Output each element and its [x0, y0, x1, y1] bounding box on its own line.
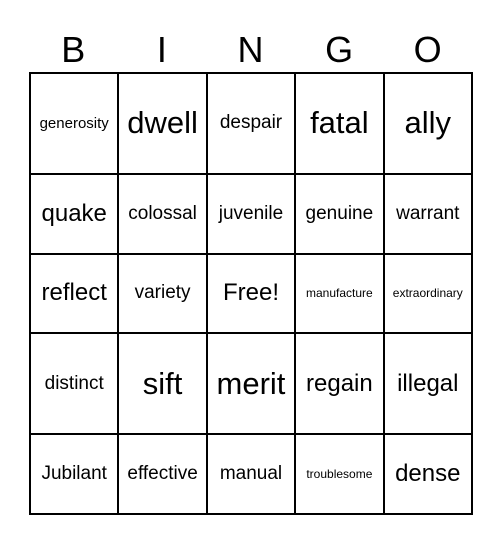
- bingo-cell: merit: [205, 332, 297, 436]
- grid-row: distinct sift merit regain illegal: [28, 332, 474, 436]
- free-space-cell: Free!: [205, 252, 297, 335]
- bingo-cell: troublesome: [294, 433, 385, 515]
- grid-row: generosity dwell despair fatal ally: [28, 72, 474, 175]
- bingo-cell: regain: [294, 332, 385, 436]
- header-letter-g: G: [325, 29, 354, 70]
- bingo-cell: juvenile: [205, 172, 297, 255]
- bingo-cell: dense: [382, 433, 474, 515]
- bingo-cell: sift: [117, 332, 208, 436]
- bingo-header: B I N G O: [29, 30, 472, 70]
- bingo-cell: quake: [28, 172, 120, 255]
- bingo-cell: variety: [117, 252, 208, 335]
- bingo-cell: warrant: [382, 172, 474, 255]
- bingo-cell: manual: [205, 433, 297, 515]
- bingo-cell: illegal: [382, 332, 474, 436]
- bingo-cell: generosity: [28, 72, 120, 175]
- header-letter-n: N: [237, 29, 264, 70]
- bingo-cell: fatal: [294, 72, 385, 175]
- bingo-cell: effective: [117, 433, 208, 515]
- bingo-cell: dwell: [117, 72, 208, 175]
- bingo-cell: ally: [382, 72, 474, 175]
- bingo-cell: reflect: [28, 252, 120, 335]
- header-letter-i: I: [156, 29, 167, 70]
- header-letter-b: B: [61, 29, 86, 70]
- grid-row: Jubilant effective manual troublesome de…: [28, 433, 474, 515]
- header-letter-o: O: [413, 29, 442, 70]
- bingo-cell: Jubilant: [28, 433, 120, 515]
- bingo-cell: extraordinary: [382, 252, 474, 335]
- bingo-grid: generosity dwell despair fatal ally quak…: [28, 72, 474, 515]
- grid-row: quake colossal juvenile genuine warrant: [28, 172, 474, 255]
- grid-row: reflect variety Free! manufacture extrao…: [28, 252, 474, 335]
- bingo-cell: despair: [205, 72, 297, 175]
- bingo-cell: manufacture: [294, 252, 385, 335]
- bingo-cell: colossal: [117, 172, 208, 255]
- bingo-cell: genuine: [294, 172, 385, 255]
- bingo-cell: distinct: [28, 332, 120, 436]
